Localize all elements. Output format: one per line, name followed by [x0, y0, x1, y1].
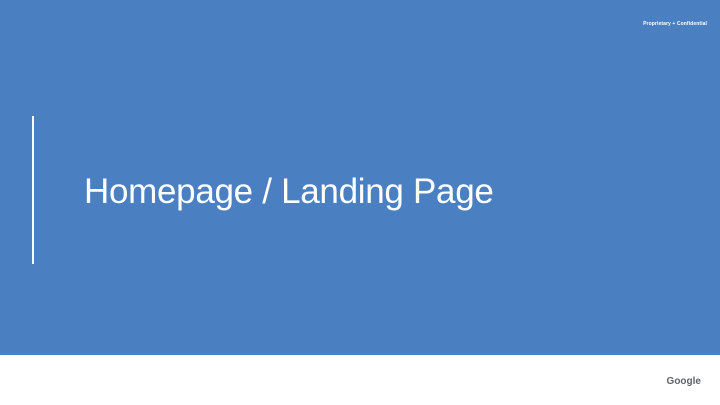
title-panel: Proprietary + Confidential Homepage / La… — [0, 0, 720, 355]
confidential-label: Proprietary + Confidential — [643, 21, 707, 27]
slide-footer: Google — [0, 355, 720, 405]
slide: Proprietary + Confidential Homepage / La… — [0, 0, 720, 405]
slide-title: Homepage / Landing Page — [84, 172, 494, 211]
accent-rule — [32, 116, 34, 264]
google-logo: Google — [666, 376, 701, 387]
